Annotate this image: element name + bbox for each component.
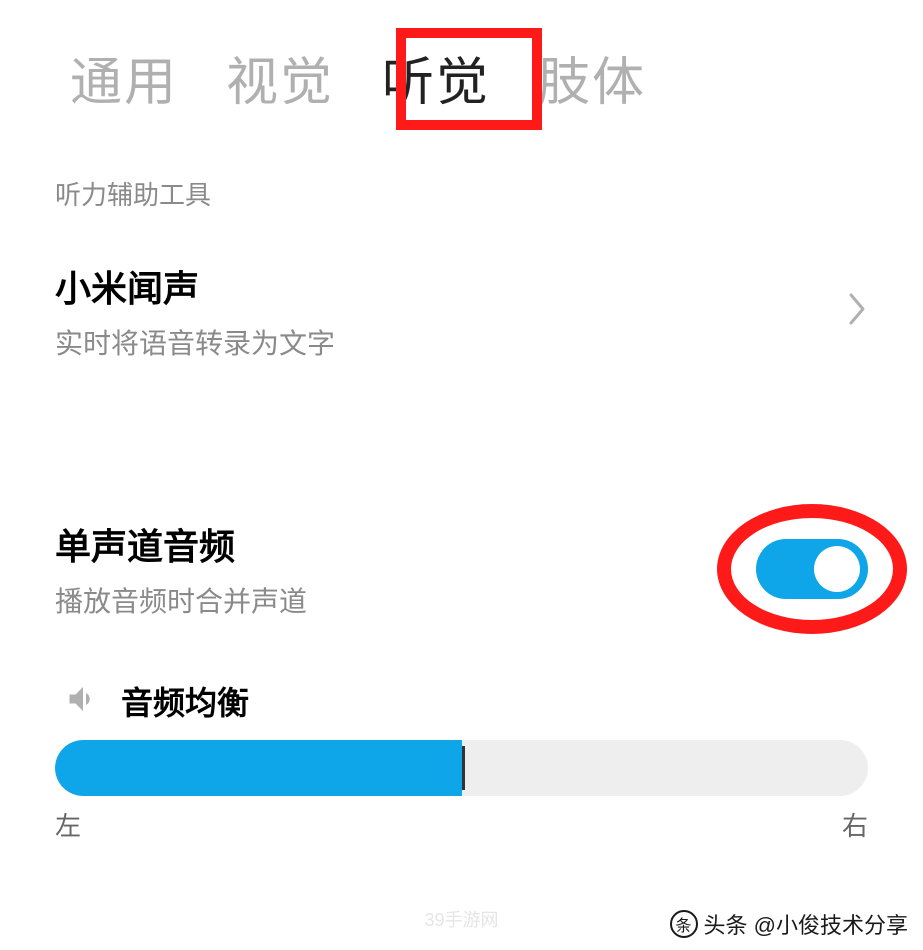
toggle-container: [756, 539, 868, 599]
row-mono-audio: 单声道音频 播放音频时合并声道: [0, 490, 923, 648]
balance-header: 音频均衡: [55, 678, 868, 724]
faint-watermark: 39手游网: [424, 906, 498, 932]
tab-general[interactable]: 通用: [70, 40, 178, 115]
slider-fill: [55, 740, 462, 796]
watermark-text: 头条 @小俊技术分享: [704, 908, 908, 940]
toggle-knob: [814, 546, 860, 592]
section-header-hearing-tools: 听力辅助工具: [0, 135, 923, 232]
tab-physical[interactable]: 肢体: [538, 40, 646, 115]
tab-hearing[interactable]: 听觉: [382, 40, 490, 115]
slider-labels: 左 右: [55, 806, 868, 843]
tab-visual[interactable]: 视觉: [226, 40, 334, 115]
balance-right-label: 右: [842, 806, 868, 843]
watermark-icon: 条: [670, 910, 698, 938]
chevron-right-icon: [848, 292, 868, 331]
balance-title: 音频均衡: [121, 678, 249, 724]
speaker-icon: [65, 681, 101, 722]
tabs-bar: 通用 视觉 听觉 肢体: [0, 0, 923, 135]
row-text: 小米闻声 实时将语音转录为文字: [55, 260, 335, 362]
mono-audio-toggle[interactable]: [756, 539, 868, 599]
mono-audio-subtitle: 播放音频时合并声道: [55, 580, 307, 620]
balance-slider[interactable]: [55, 740, 868, 796]
balance-left-label: 左: [55, 806, 81, 843]
xiaomi-sound-subtitle: 实时将语音转录为文字: [55, 322, 335, 362]
watermark: 条 头条 @小俊技术分享: [670, 908, 908, 940]
xiaomi-sound-title: 小米闻声: [55, 260, 335, 312]
row-text: 单声道音频 播放音频时合并声道: [55, 518, 307, 620]
slider-thumb: [462, 746, 465, 791]
mono-audio-title: 单声道音频: [55, 518, 307, 570]
audio-balance-section: 音频均衡 左 右: [0, 648, 923, 843]
row-xiaomi-sound[interactable]: 小米闻声 实时将语音转录为文字: [0, 232, 923, 390]
